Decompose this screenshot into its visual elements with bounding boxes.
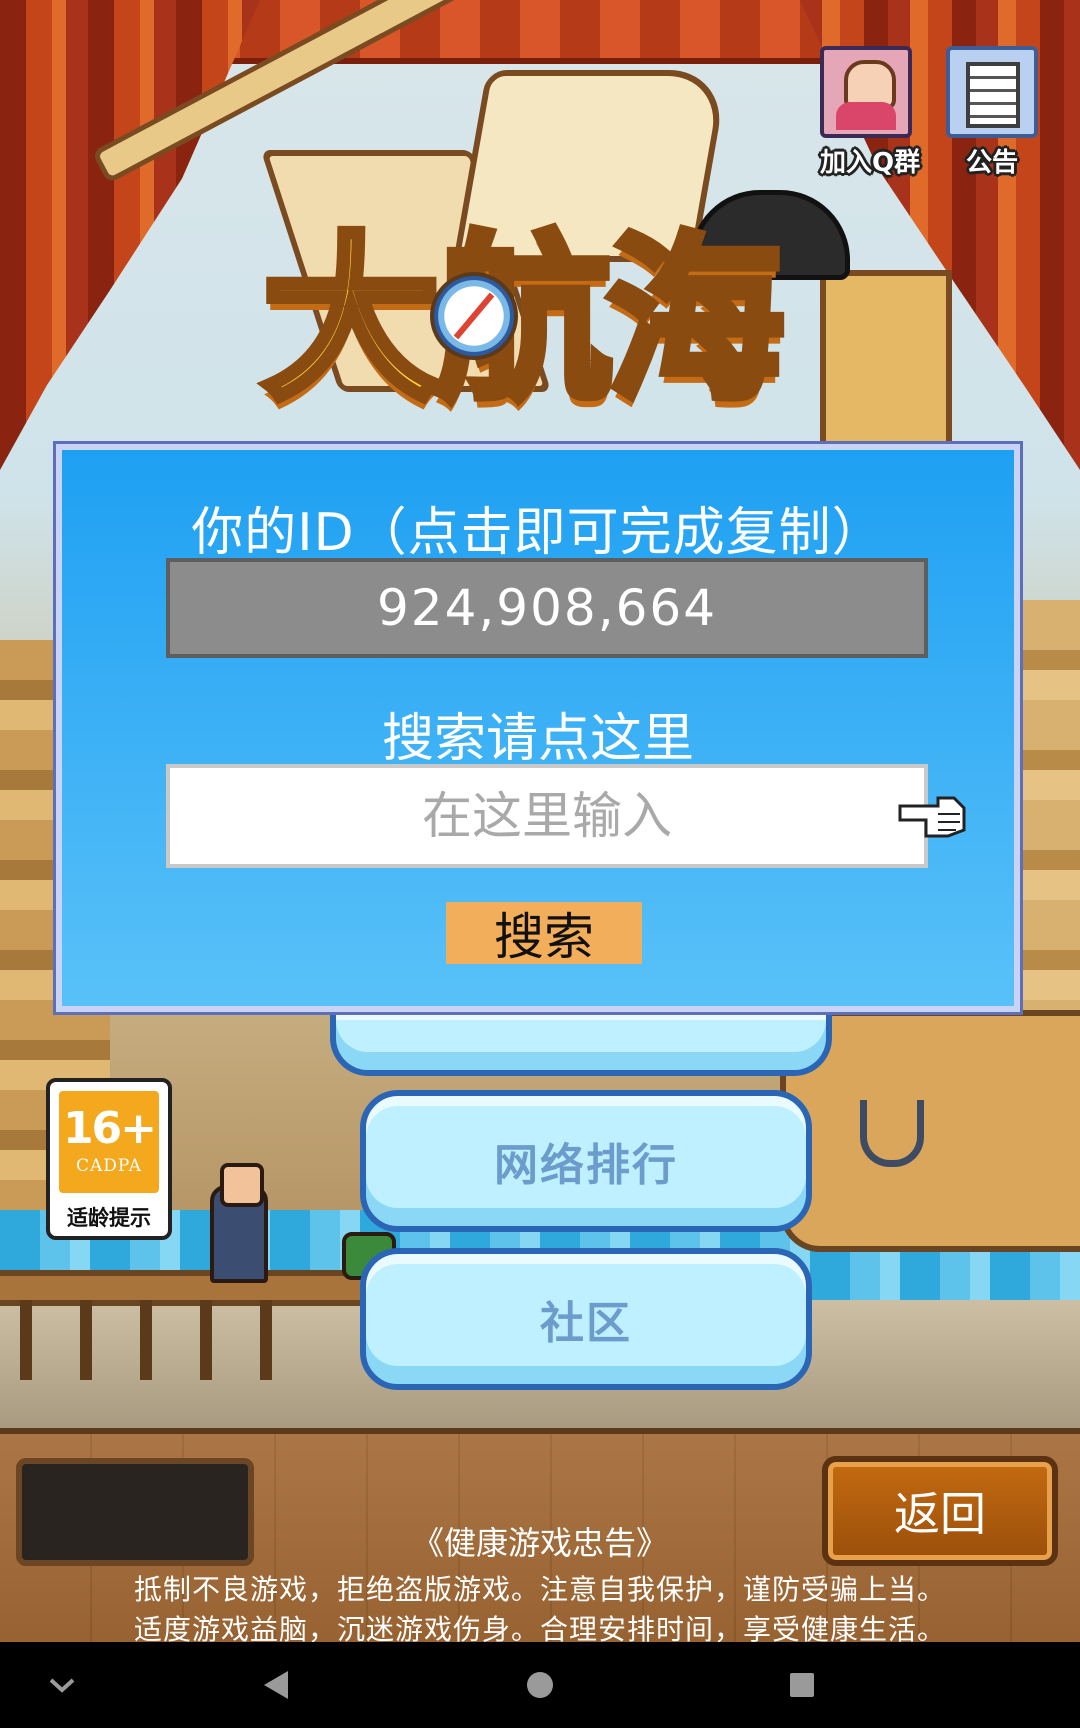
system-nav-bar (0, 1642, 1080, 1728)
compass-icon (430, 272, 518, 360)
age-rating-tip: 适龄提示 (67, 1206, 151, 1230)
search-prompt-title: 搜索请点这里 (381, 709, 694, 769)
notice-document-icon (946, 46, 1038, 138)
user-id-copy-box[interactable]: 924,908,664 (166, 558, 928, 658)
id-search-dialog: 你的ID（点击即可完成复制） 924,908,664 搜索请点这里 搜索 (56, 444, 1020, 1012)
online-ranking-label: 网络排行 (494, 1140, 678, 1191)
age-rating-org: CADPA (75, 1156, 143, 1176)
dock-supports (20, 1300, 320, 1380)
search-input[interactable] (166, 764, 928, 868)
back-triangle-icon[interactable] (246, 1660, 306, 1710)
health-advice-title: 《健康游戏忠告》 (411, 1524, 668, 1562)
community-button[interactable]: 社区 (360, 1248, 812, 1390)
join-qq-group-button[interactable]: 加入Q群 (820, 46, 921, 179)
age-rating-number: 16+ (62, 1103, 157, 1154)
health-advice-line-1: 抵制不良游戏，拒绝盗版游戏。注意自我保护，谨防受骗上当。 (133, 1573, 946, 1606)
join-qq-group-label: 加入Q群 (820, 148, 921, 178)
user-id-value: 924,908,664 (376, 579, 718, 637)
pirate-character (210, 1163, 268, 1283)
age-rating-badge: 16+ CADPA 适龄提示 (46, 1078, 172, 1240)
search-button[interactable]: 搜索 (446, 902, 642, 966)
game-logo-text: 大航海 (258, 213, 788, 428)
home-circle-icon[interactable] (510, 1660, 570, 1710)
pointing-hand-icon (898, 796, 966, 838)
your-id-title: 你的ID（点击即可完成复制） (191, 503, 885, 563)
age-rating-emblem: 16+ CADPA (59, 1091, 159, 1193)
community-label: 社区 (540, 1298, 632, 1349)
notice-label: 公告 (965, 148, 1018, 178)
cloud-menu-button-partial[interactable] (330, 1010, 832, 1076)
game-logo: 大航海 (210, 190, 830, 428)
anchor-icon (860, 1100, 924, 1167)
qq-group-avatar-icon (820, 46, 912, 138)
castle-tower (820, 270, 952, 452)
recents-square-icon[interactable] (772, 1660, 832, 1710)
chevron-down-icon[interactable] (32, 1660, 92, 1710)
online-ranking-button[interactable]: 网络排行 (360, 1090, 812, 1232)
bottom-wood-panel: 返回 《健康游戏忠告》 抵制不良游戏，拒绝盗版游戏。注意自我保护，谨防受骗上当。… (0, 1428, 1080, 1648)
notice-button[interactable]: 公告 (942, 46, 1042, 179)
